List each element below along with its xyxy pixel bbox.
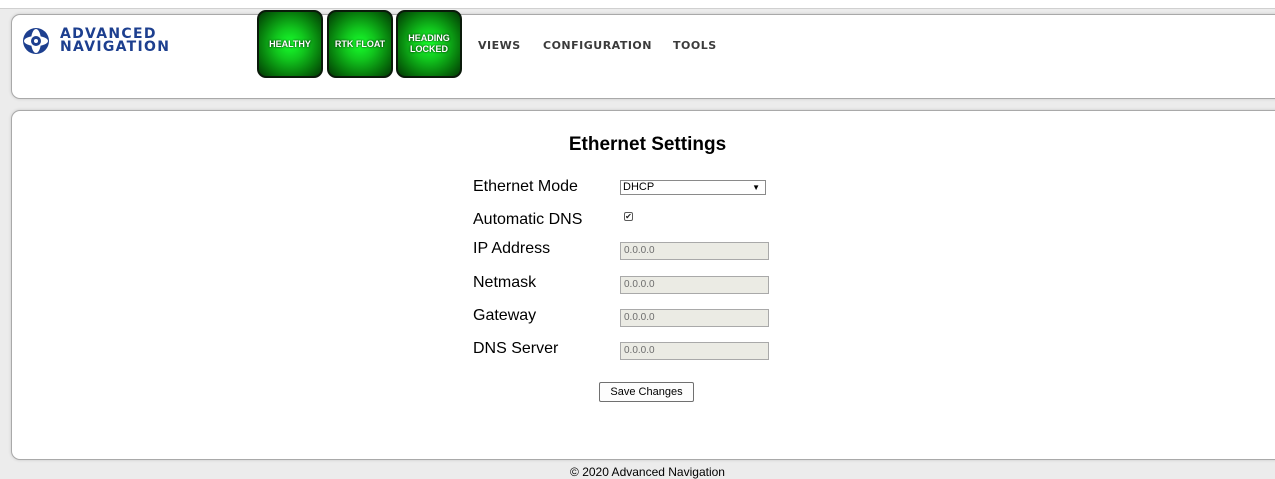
gateway-input[interactable]: 0.0.0.0 [620,309,769,327]
status-label: HEADING LOCKED [408,33,450,55]
ethernet-mode-label: Ethernet Mode [473,178,578,195]
compass-logo-icon [23,28,49,54]
status-healthy-indicator[interactable]: HEALTHY [257,10,323,78]
status-label-line-2: LOCKED [409,44,448,54]
gateway-label: Gateway [473,307,537,324]
automatic-dns-label: Automatic DNS [473,211,583,228]
status-label-line-1: HEADING [408,33,450,43]
status-label: HEALTHY [269,38,311,49]
brand-logo[interactable]: ADVANCED NAVIGATION [22,27,170,55]
dropdown-arrow-icon: ▼ [752,183,760,192]
automatic-dns-checkbox[interactable]: ✔ [624,212,633,221]
netmask-label: Netmask [473,274,537,291]
save-changes-button[interactable]: Save Changes [599,382,694,402]
nav-configuration[interactable]: CONFIGURATION [543,39,652,52]
nav-views[interactable]: VIEWS [478,39,521,52]
netmask-input[interactable]: 0.0.0.0 [620,276,769,294]
top-border [0,0,1275,9]
page-title: Ethernet Settings [568,134,727,155]
dns-server-input[interactable]: 0.0.0.0 [620,342,769,360]
dns-server-label: DNS Server [473,340,559,357]
ethernet-mode-value: DHCP [623,181,655,193]
status-heading-indicator[interactable]: HEADING LOCKED [396,10,462,78]
brand-name: ADVANCED NAVIGATION [60,27,171,55]
nav-tools[interactable]: TOOLS [673,39,717,52]
status-label: RTK FLOAT [334,38,386,49]
ethernet-mode-select[interactable]: DHCP ▼ [620,180,766,195]
ip-address-input[interactable]: 0.0.0.0 [620,242,769,260]
header-bar [11,14,1275,99]
brand-line-2: NAVIGATION [60,39,171,55]
status-rtk-indicator[interactable]: RTK FLOAT [327,10,393,78]
checkmark-icon: ✔ [625,212,632,221]
ip-address-label: IP Address [473,240,551,257]
